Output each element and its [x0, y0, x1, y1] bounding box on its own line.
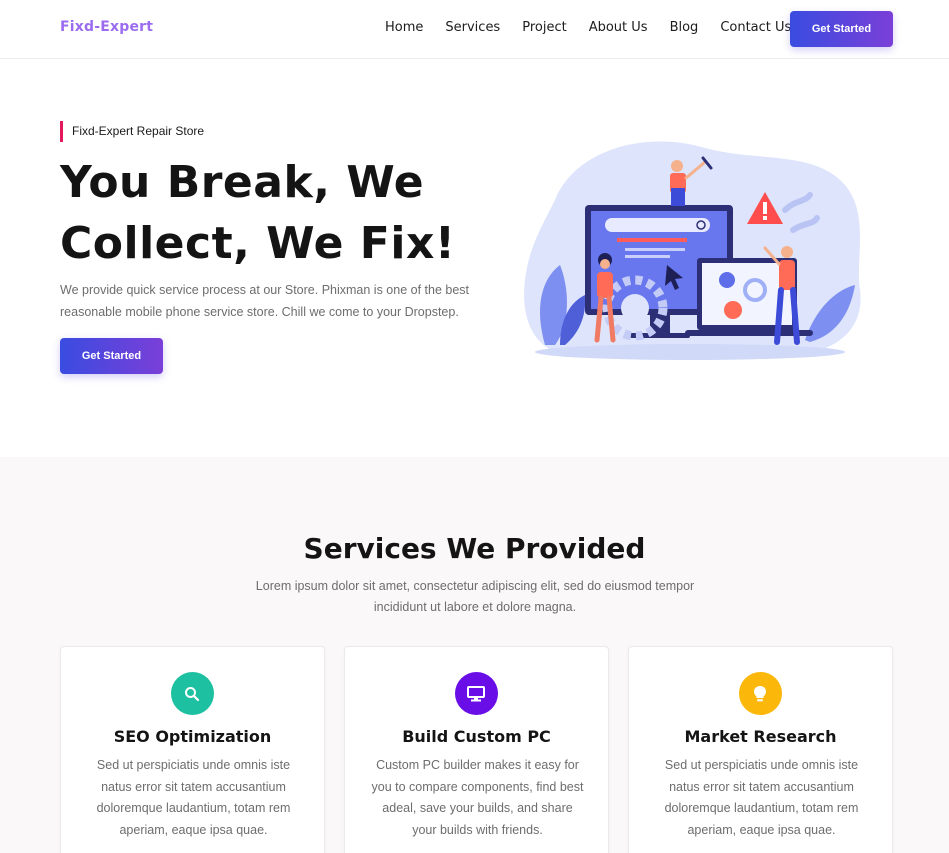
hero-title-line2: Collect, We Fix! — [60, 218, 456, 269]
service-card-seo[interactable]: SEO Optimization Sed ut perspiciatis und… — [60, 646, 325, 853]
header-get-started-button[interactable]: Get Started — [790, 11, 893, 47]
main-nav: Home Services Project About Us Blog Cont… — [385, 20, 813, 35]
hero-title-line1: You Break, We — [60, 157, 425, 208]
service-card-text: Sed ut perspiciatis unde omnis iste natu… — [664, 758, 859, 837]
lightbulb-icon — [738, 672, 782, 715]
nav-services[interactable]: Services — [445, 20, 500, 35]
search-icon — [170, 672, 214, 715]
service-card-text: Sed ut perspiciatis unde omnis iste natu… — [96, 758, 291, 837]
hero-title: You Break, We Collect, We Fix! — [60, 152, 480, 274]
service-card-market-research[interactable]: Market Research Sed ut perspiciatis unde… — [628, 646, 893, 853]
site-header: Fixd-Expert Home Services Project About … — [0, 0, 949, 59]
nav-blog[interactable]: Blog — [670, 20, 699, 35]
site-logo[interactable]: Fixd-Expert — [60, 19, 153, 35]
hero-description: We provide quick service process at our … — [60, 283, 469, 319]
service-card-title: SEO Optimization — [113, 727, 272, 746]
hero-tagline: Fixd-Expert Repair Store — [60, 121, 204, 142]
hero-get-started-button[interactable]: Get Started — [60, 338, 163, 374]
monitor-icon — [454, 672, 498, 715]
service-card-title: Build Custom PC — [402, 727, 551, 746]
service-card-text: Custom PC builder makes it easy for you … — [371, 758, 584, 837]
services-title: Services We Provided — [303, 532, 646, 565]
nav-contact-us[interactable]: Contact Us — [720, 20, 791, 35]
nav-project[interactable]: Project — [522, 20, 566, 35]
nav-about-us[interactable]: About Us — [589, 20, 648, 35]
services-description: Lorem ipsum dolor sit amet, consectetur … — [255, 579, 695, 614]
service-card-title: Market Research — [684, 727, 837, 746]
repair-illustration — [524, 141, 861, 360]
service-card-custom-pc[interactable]: Build Custom PC Custom PC builder makes … — [344, 646, 609, 853]
nav-home[interactable]: Home — [385, 20, 423, 35]
